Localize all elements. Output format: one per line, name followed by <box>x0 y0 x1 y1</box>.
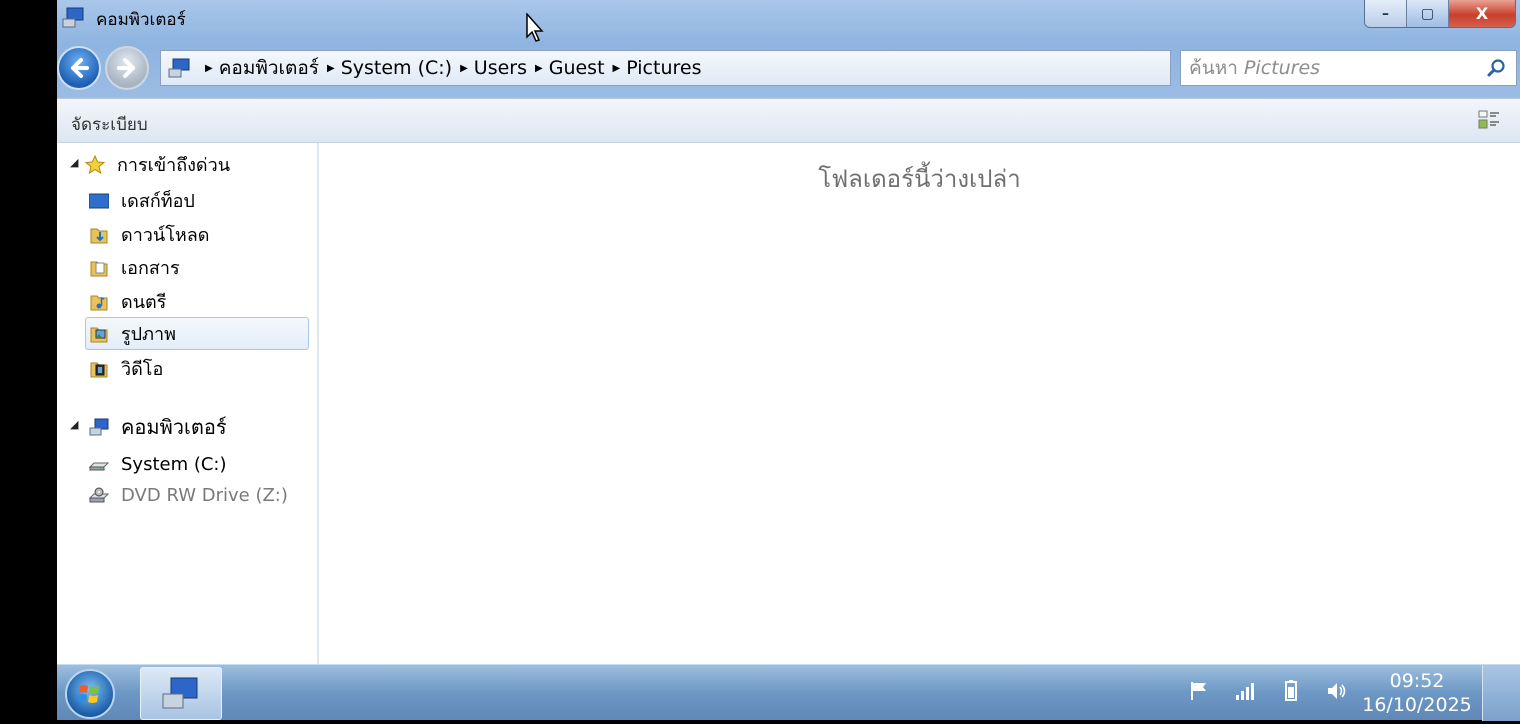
flag-icon[interactable] <box>1187 679 1211 703</box>
nav-dvd-drive-label: DVD RW Drive (Z:) <box>121 485 288 506</box>
computer-icon <box>162 677 198 709</box>
mouse-cursor-icon <box>526 13 544 42</box>
chevron-right-icon[interactable]: ▶ <box>460 63 468 74</box>
computer-icon <box>89 418 109 435</box>
search-placeholder-prefix: ค้นหา <box>1189 57 1238 79</box>
nav-quick-access[interactable]: การเข้าถึงด่วน <box>85 148 230 181</box>
collapse-arrow-icon[interactable]: ◢ <box>70 418 78 431</box>
nav-dvd-drive[interactable]: DVD RW Drive (Z:) <box>89 479 288 512</box>
nav-documents-label: เอกสาร <box>121 258 180 279</box>
chevron-right-icon[interactable]: ▶ <box>613 63 621 74</box>
taskbar: 09:52 16/10/2025 <box>57 664 1520 721</box>
file-list[interactable]: โฟลเดอร์นี้ว่างเปล่า <box>319 143 1520 664</box>
empty-folder-message: โฟลเดอร์นี้ว่างเปล่า <box>818 165 1021 193</box>
nav-computer[interactable]: คอมพิวเตอร์ <box>89 410 227 443</box>
command-bar: จัดระเบียบ <box>57 98 1520 143</box>
signal-icon[interactable] <box>1233 679 1257 703</box>
nav-desktop-label: เดสก์ท็อป <box>121 191 195 212</box>
arrow-right-icon <box>117 58 135 78</box>
volume-icon[interactable] <box>1325 679 1349 703</box>
music-folder-icon <box>90 295 108 310</box>
taskbar-explorer-button[interactable] <box>140 667 222 720</box>
start-button[interactable] <box>65 669 115 719</box>
nav-desktop[interactable]: เดสก์ท็อป <box>89 184 195 217</box>
computer-icon <box>62 7 84 28</box>
computer-icon <box>168 58 190 78</box>
search-input[interactable]: ค้นหา Pictures <box>1180 50 1517 86</box>
clock-time: 09:52 <box>1389 670 1445 692</box>
close-button[interactable]: X <box>1449 0 1515 27</box>
explorer-screen: คอมพิวเตอร์ – ▢ X ▶ คอมพิวเตอร์ ▶ System… <box>57 0 1520 721</box>
view-options-icon[interactable] <box>1478 109 1500 131</box>
breadcrumb-users[interactable]: Users <box>474 57 527 79</box>
navigation-pane: ◢ การเข้าถึงด่วน เดสก์ท็อป ดาวน์โหลด เอก… <box>57 143 319 664</box>
arrow-left-icon <box>71 58 89 78</box>
taskbar-clock[interactable]: 09:52 16/10/2025 <box>1357 669 1477 717</box>
chevron-right-icon[interactable]: ▶ <box>205 63 213 74</box>
window-title: คอมพิวเตอร์ <box>96 10 186 30</box>
organize-button[interactable]: จัดระเบียบ <box>71 111 148 138</box>
nav-music-label: ดนตรี <box>121 292 167 313</box>
nav-videos-label: วิดีโอ <box>121 359 164 380</box>
pictures-folder-icon <box>90 327 108 342</box>
star-icon <box>85 154 105 174</box>
search-icon[interactable] <box>1486 58 1506 78</box>
nav-pictures[interactable]: รูปภาพ <box>85 317 309 350</box>
minimize-button[interactable]: – <box>1365 0 1407 27</box>
breadcrumb-pictures[interactable]: Pictures <box>626 57 701 79</box>
chevron-right-icon[interactable]: ▶ <box>535 63 543 74</box>
chevron-right-icon[interactable]: ▶ <box>327 63 335 74</box>
back-button[interactable] <box>57 46 101 90</box>
videos-folder-icon <box>90 362 108 377</box>
window-controls: – ▢ X <box>1364 0 1516 28</box>
breadcrumb-system-c[interactable]: System (C:) <box>341 57 452 79</box>
nav-system-drive[interactable]: System (C:) <box>89 448 227 481</box>
nav-computer-label: คอมพิวเตอร์ <box>121 414 227 439</box>
breadcrumb-guest[interactable]: Guest <box>549 57 605 79</box>
breadcrumb-computer[interactable]: คอมพิวเตอร์ <box>219 53 319 83</box>
show-desktop-button[interactable] <box>1482 665 1520 721</box>
nav-pictures-label: รูปภาพ <box>121 324 176 345</box>
collapse-arrow-icon[interactable]: ◢ <box>70 156 78 169</box>
nav-downloads[interactable]: ดาวน์โหลด <box>89 218 209 251</box>
nav-music[interactable]: ดนตรี <box>89 285 166 318</box>
desktop-icon <box>89 193 109 208</box>
documents-folder-icon <box>90 261 108 276</box>
hard-drive-icon <box>89 462 109 470</box>
nav-downloads-label: ดาวน์โหลด <box>121 225 210 246</box>
breadcrumb: ▶ คอมพิวเตอร์ ▶ System (C:) ▶ Users ▶ Gu… <box>197 53 701 83</box>
window-titlebar[interactable]: คอมพิวเตอร์ – ▢ X ▶ คอมพิวเตอร์ ▶ System… <box>57 0 1520 98</box>
dvd-drive-icon <box>89 487 109 502</box>
search-placeholder-scope: Pictures <box>1243 57 1321 79</box>
nav-documents[interactable]: เอกสาร <box>89 251 180 284</box>
maximize-button[interactable]: ▢ <box>1407 0 1449 27</box>
nav-videos[interactable]: วิดีโอ <box>89 352 163 385</box>
nav-quick-access-label: การเข้าถึงด่วน <box>117 155 231 176</box>
system-tray <box>1187 679 1349 703</box>
downloads-folder-icon <box>90 228 108 243</box>
nav-system-drive-label: System (C:) <box>121 454 227 475</box>
forward-button[interactable] <box>105 46 149 90</box>
windows-logo-icon <box>78 685 99 703</box>
address-bar[interactable]: ▶ คอมพิวเตอร์ ▶ System (C:) ▶ Users ▶ Gu… <box>160 50 1171 86</box>
clock-date: 16/10/2025 <box>1362 694 1472 716</box>
battery-icon[interactable] <box>1279 679 1303 703</box>
